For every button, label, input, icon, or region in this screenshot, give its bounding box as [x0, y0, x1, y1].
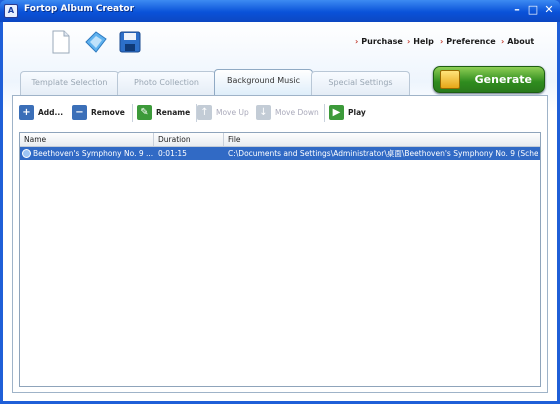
album-image-icon	[440, 70, 460, 89]
plus-icon: +	[19, 105, 34, 120]
toolbar-separator	[324, 104, 325, 122]
move-up-label: Move Up	[216, 108, 249, 117]
move-down-label: Move Down	[275, 108, 319, 117]
play-button[interactable]: ▶ Play	[329, 102, 377, 124]
minus-icon: −	[72, 105, 87, 120]
tab-photo-collection[interactable]: Photo Collection	[117, 71, 216, 95]
column-header-file[interactable]: File	[224, 133, 540, 146]
rename-icon: ✎	[137, 105, 152, 120]
menu-about[interactable]: › About	[501, 37, 534, 46]
rename-button[interactable]: ✎ Rename	[137, 102, 193, 124]
row-duration: 0:01:15	[158, 149, 187, 158]
menu-arrow-icon: ›	[355, 37, 359, 46]
menu-help-label: Help	[413, 37, 434, 46]
generate-button[interactable]: Generate	[433, 66, 545, 93]
menu-arrow-icon: ›	[501, 37, 505, 46]
add-button[interactable]: + Add...	[19, 102, 69, 124]
menu-arrow-icon: ›	[407, 37, 411, 46]
remove-label: Remove	[91, 108, 125, 117]
add-label: Add...	[38, 108, 64, 117]
toolbar-separator	[132, 104, 133, 122]
menu-preference[interactable]: › Preference	[440, 37, 496, 46]
tab-special-settings[interactable]: Special Settings	[311, 71, 410, 95]
move-down-button[interactable]: ↓ Move Down	[256, 102, 320, 124]
app-window: A Fortop Album Creator – □ ✕ › Purchase …	[0, 0, 560, 404]
background-music-panel: + Add... − Remove ✎ Rename ↑ Move Up ↓ M…	[12, 95, 548, 393]
arrow-down-icon: ↓	[256, 105, 271, 120]
play-label: Play	[348, 108, 366, 117]
move-up-button[interactable]: ↑ Move Up	[197, 102, 253, 124]
remove-button[interactable]: − Remove	[72, 102, 128, 124]
close-button[interactable]: ✕	[541, 3, 557, 19]
menu-preference-label: Preference	[446, 37, 496, 46]
generate-label: Generate	[474, 73, 532, 86]
row-file-path: C:\Documents and Settings\Administrator\…	[228, 149, 538, 158]
menu-help[interactable]: › Help	[407, 37, 434, 46]
play-icon: ▶	[329, 105, 344, 120]
music-file-icon	[22, 149, 31, 158]
arrow-up-icon: ↑	[197, 105, 212, 120]
window-title: Fortop Album Creator	[24, 4, 135, 14]
maximize-button[interactable]: □	[525, 3, 541, 19]
menu-purchase-label: Purchase	[361, 37, 403, 46]
menu-about-label: About	[507, 37, 535, 46]
app-logo-icon: A	[4, 4, 18, 18]
tab-template-selection[interactable]: Template Selection	[20, 71, 119, 95]
menu-arrow-icon: ›	[440, 37, 444, 46]
table-row[interactable]: Beethoven's Symphony No. 9 ... 0:01:15 C…	[20, 147, 540, 160]
new-file-icon[interactable]	[50, 30, 72, 54]
column-header-duration[interactable]: Duration	[154, 133, 224, 146]
menu-purchase[interactable]: › Purchase	[355, 37, 403, 46]
column-header-name[interactable]: Name	[20, 133, 154, 146]
row-name: Beethoven's Symphony No. 9 ...	[33, 149, 153, 158]
title-bar[interactable]: A Fortop Album Creator – □ ✕	[0, 0, 560, 22]
table-header: Name Duration File	[20, 133, 540, 147]
minimize-button[interactable]: –	[509, 3, 525, 19]
rename-label: Rename	[156, 108, 191, 117]
open-icon[interactable]	[84, 30, 107, 54]
client-area: › Purchase › Help › Preference › About Templ…	[3, 22, 557, 401]
music-list[interactable]: Name Duration File Beethoven's Symphony …	[19, 132, 541, 387]
tab-background-music[interactable]: Background Music	[214, 69, 313, 95]
save-icon[interactable]	[119, 30, 141, 54]
